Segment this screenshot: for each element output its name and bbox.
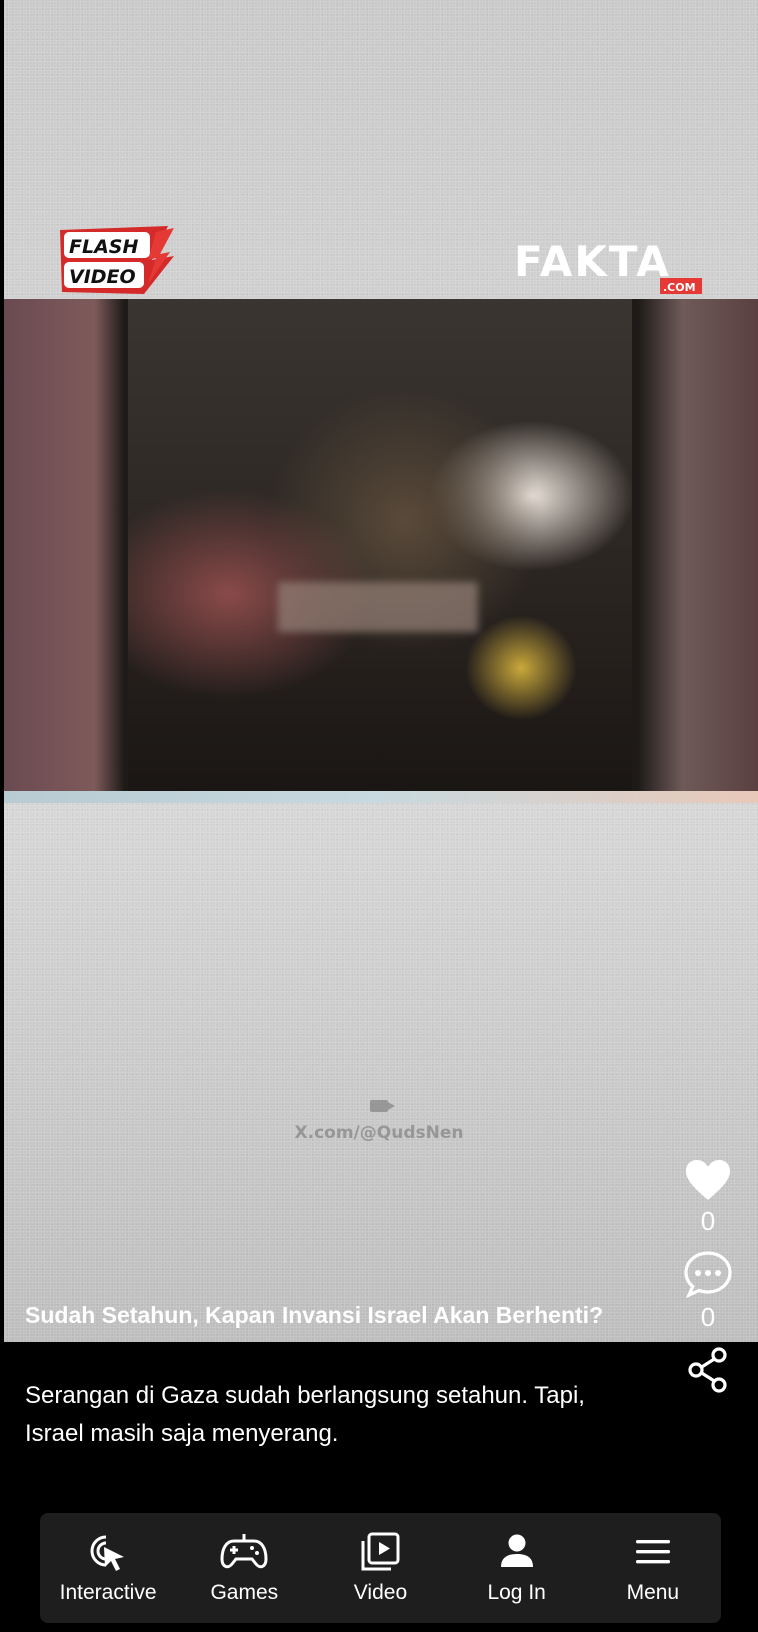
comment-count: 0 bbox=[700, 1302, 716, 1332]
faded-overlay-text bbox=[74, 858, 714, 896]
blur-region bbox=[278, 582, 478, 632]
video-title: Sudah Setahun, Kapan Invansi Israel Akan… bbox=[25, 1302, 604, 1328]
svg-text:FLASH: FLASH bbox=[69, 236, 138, 258]
nav-item-games[interactable]: Games bbox=[184, 1531, 304, 1605]
bottom-navigation: Interactive Games Video Log In Menu bbox=[40, 1513, 721, 1623]
gamepad-icon bbox=[220, 1534, 268, 1569]
video-description: Serangan di Gaza sudah berlangsung setah… bbox=[25, 1382, 585, 1447]
comment-icon bbox=[684, 1251, 732, 1298]
comment-button[interactable]: 0 bbox=[676, 1250, 740, 1332]
video-play-icon bbox=[361, 1532, 400, 1571]
fakta-logo: FAKTA .COM bbox=[514, 237, 702, 294]
svg-text:FAKTA: FAKTA bbox=[514, 237, 671, 286]
side-actions: 0 0 bbox=[676, 1158, 740, 1408]
nav-label-video: Video bbox=[353, 1581, 408, 1604]
share-icon bbox=[688, 1347, 727, 1393]
svg-text:.COM: .COM bbox=[663, 281, 696, 294]
nav-label-interactive: Interactive bbox=[59, 1581, 157, 1604]
user-icon bbox=[500, 1534, 533, 1567]
watermark-text: X.com/@QudsNen bbox=[294, 1123, 464, 1143]
camera-icon bbox=[370, 1100, 395, 1112]
heart-icon bbox=[686, 1160, 730, 1200]
nav-item-menu[interactable]: Menu bbox=[593, 1531, 713, 1605]
nav-label-menu: Menu bbox=[626, 1581, 680, 1604]
hamburger-icon bbox=[635, 1540, 670, 1564]
nav-item-login[interactable]: Log In bbox=[457, 1531, 577, 1605]
svg-text:VIDEO: VIDEO bbox=[69, 266, 136, 288]
image-divider bbox=[4, 791, 758, 803]
video-frame-image bbox=[4, 299, 758, 791]
source-watermark: X.com/@QudsNen bbox=[0, 1100, 758, 1143]
nav-item-interactive[interactable]: Interactive bbox=[48, 1531, 168, 1605]
like-count: 0 bbox=[700, 1206, 716, 1236]
share-button[interactable] bbox=[676, 1346, 740, 1394]
cursor-click-icon bbox=[90, 1535, 125, 1571]
flash-video-logo: FLASH VIDEO bbox=[60, 226, 174, 294]
nav-label-login: Log In bbox=[487, 1581, 546, 1604]
nav-label-games: Games bbox=[210, 1581, 279, 1604]
like-button[interactable]: 0 bbox=[676, 1158, 740, 1236]
nav-item-video[interactable]: Video bbox=[320, 1531, 440, 1605]
video-screen: FLASH VIDEO FAKTA .COM X.com/@QudsNen Su… bbox=[0, 0, 758, 1632]
crowd-photo bbox=[128, 299, 632, 791]
